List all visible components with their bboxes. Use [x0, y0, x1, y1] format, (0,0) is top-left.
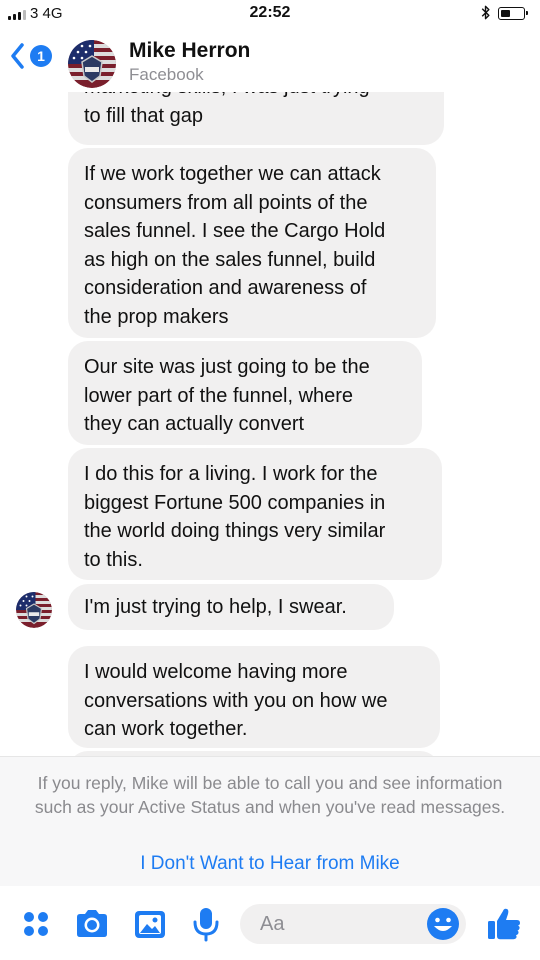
unread-badge: 1: [30, 45, 52, 67]
composer-bar: Aa: [0, 886, 540, 960]
message-line: to this.: [84, 548, 143, 571]
clock: 22:52: [249, 4, 291, 21]
conversation-header: 1 Mike Herron Facebook: [0, 30, 540, 92]
message-line: biggest Fortune 500 companies in: [84, 491, 386, 514]
message-line: consideration and awareness of: [84, 277, 367, 299]
message-bubble[interactable]: I'm just trying to help, I swear.: [68, 584, 394, 630]
camera-icon[interactable]: [74, 906, 110, 942]
message-line: they can actually convert: [84, 413, 305, 435]
message-line: marketing skills, I was just trying: [84, 92, 428, 102]
message-line: the prop makers: [84, 305, 229, 328]
message-input-placeholder: Aa: [260, 913, 285, 935]
more-apps-icon[interactable]: [18, 906, 54, 942]
message-line: I'm just trying to help, I swear.: [84, 596, 347, 618]
sender-avatar[interactable]: [16, 592, 52, 628]
contact-subtitle: Facebook: [129, 65, 204, 84]
message-line: I would welcome having more: [84, 661, 348, 683]
message-line: can work together.: [84, 718, 248, 740]
message-line: I do this for a living. I work for the: [84, 463, 378, 485]
status-bar: 3 4G 22:52: [0, 0, 540, 30]
chevron-left-icon: [11, 43, 24, 69]
message-line: conversations with you on how we: [84, 689, 388, 712]
contact-name[interactable]: Mike Herron: [129, 39, 250, 63]
gallery-icon[interactable]: [132, 906, 168, 942]
message-line: the world doing things very similar: [84, 520, 386, 542]
avatar[interactable]: [68, 40, 116, 88]
message-bubble[interactable]: marketing skills, I was just trying to f…: [68, 92, 444, 145]
notice-text: If you reply, Mike will be able to call …: [34, 773, 506, 817]
message-line: lower part of the funnel, where: [84, 384, 354, 407]
message-bubble[interactable]: If we work together we can attack consum…: [68, 148, 436, 338]
message-bubble[interactable]: I would welcome having more conversation…: [68, 646, 440, 748]
thumbs-up-icon[interactable]: [486, 906, 522, 942]
message-bubble[interactable]: Our site was just going to be the lower …: [68, 341, 422, 445]
back-button[interactable]: 1: [10, 42, 52, 70]
message-request-notice: If you reply, Mike will be able to call …: [0, 756, 540, 886]
message-line: consumers from all points of the: [84, 191, 368, 214]
battery-icon: [498, 7, 528, 20]
bluetooth-icon: [481, 5, 490, 20]
message-thread[interactable]: marketing skills, I was just trying to f…: [0, 92, 540, 756]
microphone-icon[interactable]: [188, 906, 224, 942]
message-line: If we work together we can attack: [84, 163, 381, 185]
message-line: Our site was just going to be the: [84, 356, 370, 378]
message-line: sales funnel. I see the Cargo Hold: [84, 220, 386, 242]
message-line: as high on the sales funnel, build: [84, 248, 376, 271]
message-bubble[interactable]: I do this for a living. I work for the b…: [68, 448, 442, 580]
message-line: to fill that gap: [84, 104, 203, 127]
emoji-icon[interactable]: [425, 906, 461, 942]
block-sender-link[interactable]: I Don't Want to Hear from Mike: [0, 853, 540, 875]
